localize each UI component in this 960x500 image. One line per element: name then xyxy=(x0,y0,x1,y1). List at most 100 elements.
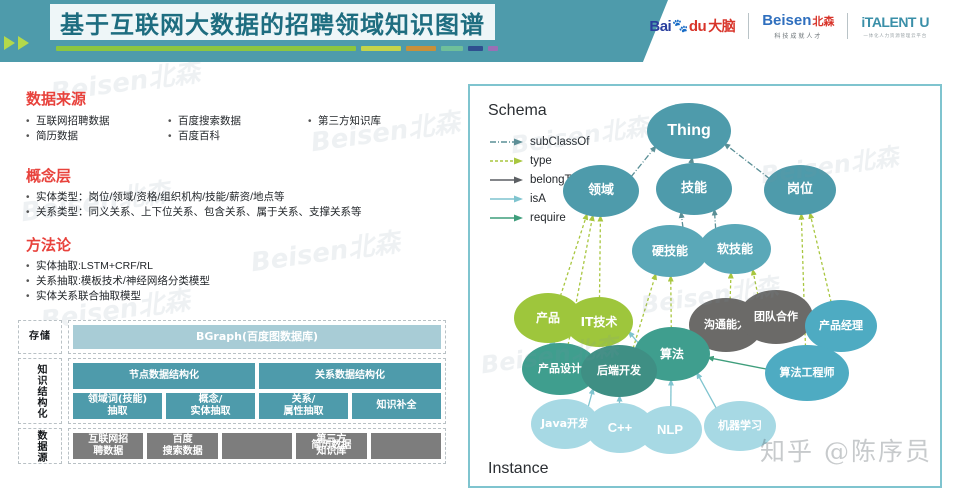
graph-edge-type xyxy=(667,274,674,329)
graph-node-label: 产品经理 xyxy=(819,319,863,333)
graph-node-sfgcs[interactable]: 算法工程师 xyxy=(765,345,849,401)
graph-node-label: 团队合作 xyxy=(754,310,798,324)
graph-node-ying[interactable]: 硬技能 xyxy=(632,225,708,277)
beisen-logo-en: Beisen xyxy=(762,12,812,29)
stack-cell[interactable]: 领域词(技能) 抽取 xyxy=(73,393,162,419)
graph-node-label: IT技术 xyxy=(580,314,618,329)
list-item-label: 第三方知识库 xyxy=(318,115,381,127)
list-item: • 实体关系联合抽取模型 xyxy=(26,290,141,302)
legend-item-label: require xyxy=(530,211,566,224)
rule-segment-3 xyxy=(441,46,463,51)
graph-node-ruan[interactable]: 软技能 xyxy=(699,224,771,274)
graph-node-tuandui[interactable]: 团队合作 xyxy=(739,290,813,344)
stack-cell[interactable] xyxy=(221,433,293,459)
graph-edge-subClassOf xyxy=(723,142,771,180)
graph-node-houduan[interactable]: 后端开发 xyxy=(581,345,657,397)
stack-cell-label: 节点数据结构化 xyxy=(129,370,199,381)
graph-edge-type xyxy=(808,211,832,303)
list-item-label: 关系类型：同义关系、上下位关系、包含关系、属于关系、支撑关系等 xyxy=(36,206,362,218)
header-rule xyxy=(56,46,498,51)
graph-node-pm[interactable]: 产品经理 xyxy=(805,300,877,352)
graph-node-label: 领域 xyxy=(587,183,614,199)
legend-item-label: subClassOf xyxy=(530,135,590,148)
graph-edge-require xyxy=(706,355,768,370)
section-heading: 概念层 xyxy=(26,167,72,185)
stack-cell[interactable]: 简历数据 第三方 知识库 xyxy=(296,433,367,459)
stack-row: 数据源 互联网招 聘数据 百度 搜索数据 简历数据 第三方 知识库 xyxy=(18,428,446,464)
rule-segment-0 xyxy=(56,46,356,51)
stack-row-body: 互联网招 聘数据 百度 搜索数据 简历数据 第三方 知识库 xyxy=(68,428,446,464)
graph-node-label: 技能 xyxy=(680,181,707,197)
graph-node-label: 硬技能 xyxy=(651,243,688,258)
stack-cell[interactable]: 概念/ 实体抽取 xyxy=(166,393,255,419)
list-item-label: 百度百科 xyxy=(178,130,220,142)
graph-node-label: 软技能 xyxy=(716,241,753,256)
italent-logo-tagline: 一体化人力资源管理云平台 xyxy=(863,32,928,38)
list-item-label: 百度搜索数据 xyxy=(178,115,241,127)
rule-segment-2 xyxy=(406,46,436,51)
section-methodology: 方法论 • 实体抽取:LSTM+CRF/RL • 关系抽取:模板技术/神经网络分类模… xyxy=(26,234,210,304)
stack-row: 知识结构化 节点数据结构化 关系数据结构化领域词(技能) 抽取 概念/ 实体抽取 关系/… xyxy=(18,358,446,424)
stack-row-label: 知识结构化 xyxy=(18,358,62,424)
baidu-logo-du: du xyxy=(688,17,707,35)
rule-segment-4 xyxy=(468,46,483,51)
graph-node-thing[interactable]: Thing xyxy=(647,103,731,159)
graph-node-lingyu[interactable]: 领域 xyxy=(563,165,639,217)
list-item-label: 实体抽取:LSTM+CRF/RL xyxy=(36,260,153,272)
graph-node-label: 后端开发 xyxy=(597,364,641,378)
partner-logos: Bai 🐾 du 大脑 Beisen 北森 科技成就人才 iTALENT U 一体化人力… xyxy=(636,12,942,40)
graph-edge-isA xyxy=(696,371,718,410)
stack-row-body: 节点数据结构化 关系数据结构化领域词(技能) 抽取 概念/ 实体抽取 关系/ 属性抽取… xyxy=(68,358,446,424)
list-item-label: 实体类型：岗位/领域/资格/组织机构/技能/薪资/地点等 xyxy=(36,191,285,203)
graph-node-label: 算法工程师 xyxy=(779,366,835,380)
list-item: • 简历数据 xyxy=(26,130,78,142)
graph-edge-subClassOf xyxy=(630,145,657,178)
beisen-logo-cn: 北森 xyxy=(812,16,835,28)
stack-cell[interactable]: 节点数据结构化 xyxy=(73,363,255,389)
graph-node-label: 算法 xyxy=(659,346,684,361)
graph-edge-subClassOf xyxy=(711,208,718,230)
list-item: • 关系抽取:模板技术/神经网络分类模型 xyxy=(26,275,210,287)
stack-cell-overlay-label: 第三方 知识库 xyxy=(316,434,347,457)
stack-cell[interactable]: 关系/ 属性抽取 xyxy=(259,393,348,419)
legend-item-type: type xyxy=(490,151,589,170)
section-concept-layer: 概念层 • 实体类型：岗位/领域/资格/组织机构/技能/薪资/地点等 • 关系类型：… xyxy=(26,165,362,220)
graph-node-itjishu[interactable]: IT技术 xyxy=(565,297,633,347)
graph-edge-type xyxy=(750,268,759,296)
left-content-column: Beisen北森 Beisen北森 Beisen北森 Beisen北森 Beis… xyxy=(0,58,462,500)
stack-cell[interactable]: BGraph(百度图数据库) xyxy=(73,325,441,349)
stack-cell[interactable]: 百度 搜索数据 xyxy=(147,433,218,459)
stack-cell[interactable]: 知识补全 xyxy=(352,393,441,419)
stack-cell-label: 百度 搜索数据 xyxy=(162,434,203,457)
graph-node-label: Thing xyxy=(667,121,711,139)
stack-cell[interactable]: 互联网招 聘数据 xyxy=(73,433,144,459)
graph-node-label: Java开发 xyxy=(540,417,590,431)
italent-logo: iTALENT U 一体化人力资源管理云平台 xyxy=(848,14,942,39)
beisen-logo-tagline: 科技成就人才 xyxy=(774,34,823,40)
legend-item-label: isA xyxy=(530,192,546,205)
list-item: • 百度搜索数据 xyxy=(168,115,241,127)
stack-cell-label: 概念/ 实体抽取 xyxy=(190,394,231,417)
legend-item-subClassOf: subClassOf xyxy=(490,132,589,151)
stack-cell[interactable]: 关系数据结构化 xyxy=(259,363,441,389)
list-item-label: 简历数据 xyxy=(36,130,78,142)
stack-row-label: 数据源 xyxy=(18,428,62,464)
slide-header: 基于互联网大数据的招聘领域知识图谱 Bai 🐾 du 大脑 Beisen 北森 科技成就… xyxy=(0,0,960,62)
stack-cell[interactable] xyxy=(370,433,442,459)
graph-node-jineng[interactable]: 技能 xyxy=(656,163,732,215)
graph-node-label: 产品 xyxy=(535,310,560,325)
graph-node-label: NLP xyxy=(657,422,683,438)
graph-edge-isA xyxy=(587,387,595,408)
graph-node-label: 机器学习 xyxy=(718,419,762,433)
stack-cell-label: 领域词(技能) 抽取 xyxy=(87,394,148,417)
page-title-text: 基于互联网大数据的招聘领域知识图谱 xyxy=(60,10,485,39)
list-item-label: 实体关系联合抽取模型 xyxy=(36,290,141,302)
section-data-sources: 数据来源 • 互联网招聘数据 • 简历数据 • 百度搜索数据 • 百度百科 • 第三方知识… xyxy=(26,88,418,144)
graph-node-gangwei[interactable]: 岗位 xyxy=(764,165,836,215)
rule-segment-5 xyxy=(488,46,498,51)
list-item: • 实体类型：岗位/领域/资格/组织机构/技能/薪资/地点等 xyxy=(26,191,285,203)
graph-node-nlp[interactable]: NLP xyxy=(638,406,702,454)
stack-cell-label: 关系/ 属性抽取 xyxy=(283,394,324,417)
stack-row: 存储 BGraph(百度图数据库) xyxy=(18,320,446,354)
list-item-label: 关系抽取:模板技术/神经网络分类模型 xyxy=(36,275,210,287)
